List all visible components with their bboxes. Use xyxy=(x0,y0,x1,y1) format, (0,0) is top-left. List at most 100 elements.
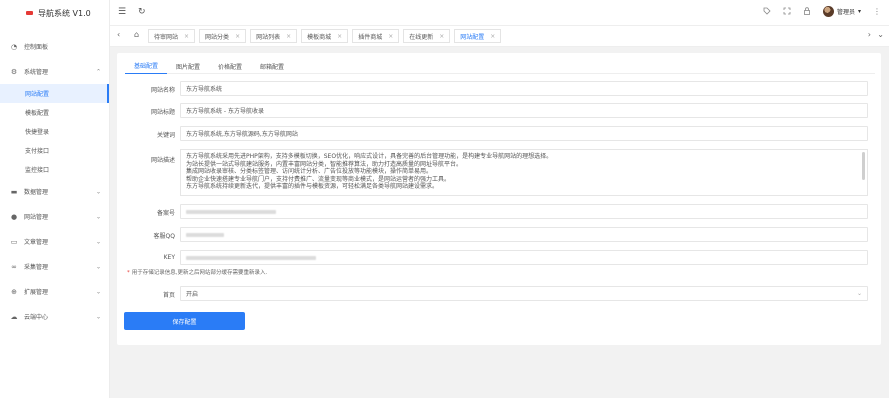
sidebar-subitem-payment[interactable]: 支付接口 xyxy=(0,141,109,160)
save-config-button[interactable]: 保存配置 xyxy=(124,312,245,330)
tab-online-update[interactable]: 在线更新 × xyxy=(403,29,451,43)
app-logo[interactable]: 导航系统 V1.0 xyxy=(0,0,109,26)
icp-value xyxy=(186,209,276,214)
tab-label: 网站分类 xyxy=(205,33,230,41)
close-icon[interactable]: × xyxy=(286,33,291,40)
textarea-scrollbar[interactable] xyxy=(862,152,865,180)
sidebar-item-dashboard[interactable]: ◔ 控制面板 xyxy=(0,34,109,59)
more-icon[interactable]: ⋮ xyxy=(873,7,881,16)
gear-icon: ⚙ xyxy=(10,67,18,76)
sidebar-subitem-template-config[interactable]: 模板配置 xyxy=(0,103,109,122)
logo-icon xyxy=(26,11,33,15)
tab-basic-config[interactable]: 基础配置 xyxy=(125,58,168,74)
tab-email-config[interactable]: 邮箱配置 xyxy=(251,58,293,74)
sidebar-item-sites[interactable]: ● 网站管理 ⌄ xyxy=(0,204,109,229)
description-line: 集成网站收录审核、分类标签管理、访问统计分析、广告位投放等功能模块，操作简单易用… xyxy=(186,168,433,175)
key-value xyxy=(186,255,316,260)
sidebar-item-label: 数据管理 xyxy=(24,189,49,196)
tab-label: 网站列表 xyxy=(256,33,281,41)
chevron-up-icon: ⌃ xyxy=(95,68,101,75)
qq-label: 客服QQ xyxy=(153,233,175,240)
user-name: 管理员 xyxy=(836,9,855,16)
dashboard-icon: ◔ xyxy=(10,42,18,51)
homepage-select[interactable]: 开启 ⌄ xyxy=(180,286,868,301)
tab-template-store[interactable]: 模板商城 × xyxy=(301,29,349,43)
description-textarea[interactable]: 东方导航系统采用先进PHP架构，支持多模板切换，SEO优化，响应式设计，具备完善… xyxy=(180,149,868,196)
icp-label: 备案号 xyxy=(156,210,175,217)
sidebar-item-label: 云端中心 xyxy=(24,314,49,321)
menu-toggle-icon[interactable]: ☰ xyxy=(118,8,126,17)
sidebar-item-cloud[interactable]: ☁ 云端中心 ⌄ xyxy=(0,304,109,329)
description-line: 帮助企业快速搭建专业导航门户，支持付费推广、流量变现等商业模式，是网站运营者的强… xyxy=(186,175,451,183)
tab-image-config[interactable]: 图片配置 xyxy=(167,58,209,74)
home-icon[interactable]: ⌂ xyxy=(134,30,139,39)
sidebar-subitem-quick-login[interactable]: 快捷登录 xyxy=(0,122,109,141)
sidebar-item-system[interactable]: ⚙ 系统管理 ⌃ xyxy=(0,59,109,84)
refresh-icon[interactable]: ↻ xyxy=(138,8,146,17)
chevron-down-icon: ⌄ xyxy=(95,213,101,220)
site-config-panel: 基础配置 图片配置 价格配置 邮箱配置 网站名称 东方导航系统 网站标题 东方导… xyxy=(117,53,881,345)
description-line: 为站长提供一站式导航建站服务，内置丰富网站分类，智能推荐算法，助力打造高质量的网… xyxy=(186,160,463,168)
tab-site-categories[interactable]: 网站分类 × xyxy=(199,29,247,43)
database-icon: ▬ xyxy=(10,187,18,196)
chevron-down-icon: ⌄ xyxy=(95,188,101,195)
description-line: 东方导航系统采用先进PHP架构，支持多模板切换，SEO优化，响应式设计，具备完善… xyxy=(186,153,553,160)
keywords-label: 关键词 xyxy=(156,132,175,139)
tab-price-config[interactable]: 价格配置 xyxy=(209,58,251,74)
tab-pending-sites[interactable]: 待审网站 × xyxy=(148,29,196,43)
folder-icon: ▭ xyxy=(10,237,18,246)
homepage-value: 开启 xyxy=(186,291,199,298)
qq-value xyxy=(186,232,224,237)
close-icon[interactable]: × xyxy=(490,33,495,40)
cloud-icon: ☁ xyxy=(10,312,18,321)
icp-input[interactable] xyxy=(180,204,868,219)
site-title-input[interactable]: 东方导航系统 - 东方导航收录 xyxy=(180,103,868,118)
tabs-prev-icon[interactable]: ‹ xyxy=(117,30,120,39)
tab-site-config[interactable]: 网站配置 × xyxy=(454,29,502,43)
open-tabs: 待审网站 × 网站分类 × 网站列表 × 模板商城 × 插件商城 × 在线更新 … xyxy=(148,29,502,43)
sidebar-item-collect[interactable]: ∞ 采集管理 ⌄ xyxy=(0,254,109,279)
top-bar-actions: 管理员 ▾ ⋮ xyxy=(763,6,881,17)
close-icon[interactable]: × xyxy=(388,33,393,40)
sidebar-subitem-site-config[interactable]: 网站配置 xyxy=(0,84,109,103)
sidebar-item-data[interactable]: ▬ 数据管理 ⌄ xyxy=(0,179,109,204)
chevron-down-icon: ⌄ xyxy=(95,238,101,245)
fullscreen-icon[interactable] xyxy=(783,7,791,17)
close-icon[interactable]: × xyxy=(439,33,444,40)
close-icon[interactable]: × xyxy=(184,33,189,40)
chevron-down-icon: ⌄ xyxy=(95,288,101,295)
homepage-label: 首页 xyxy=(162,292,175,299)
sidebar-subitem-monitor[interactable]: 监控接口 xyxy=(0,160,109,179)
chevron-down-icon: ⌄ xyxy=(95,263,101,270)
tab-label: 插件商城 xyxy=(358,33,383,41)
required-star: * xyxy=(127,270,130,276)
tabs-bar: ‹ ⌂ 待审网站 × 网站分类 × 网站列表 × 模板商城 × 插件商城 × 在… xyxy=(110,26,889,47)
plus-circle-icon: ⊕ xyxy=(11,287,17,296)
qq-input[interactable] xyxy=(180,227,868,242)
chevron-down-icon: ⌄ xyxy=(95,313,101,320)
link-icon: ∞ xyxy=(11,262,17,271)
tabs-next-icon[interactable]: › xyxy=(868,30,871,39)
close-icon[interactable]: × xyxy=(235,33,240,40)
tag-icon[interactable] xyxy=(763,7,771,17)
avatar xyxy=(822,6,834,17)
tab-plugin-store[interactable]: 插件商城 × xyxy=(352,29,400,43)
tabs-dropdown-icon[interactable]: ⌄ xyxy=(877,30,884,39)
sidebar-item-articles[interactable]: ▭ 文章管理 ⌄ xyxy=(0,229,109,254)
lock-icon[interactable] xyxy=(803,6,811,17)
sidebar-menu: ◔ 控制面板 ⚙ 系统管理 ⌃ 网站配置 模板配置 快捷登录 支付接口 监控接口… xyxy=(0,34,109,329)
key-note: 用于存储记录信息,更新之后网站部分缓存需要重新录入. xyxy=(131,270,268,276)
site-title-label: 网站标题 xyxy=(150,109,175,116)
site-name-input[interactable]: 东方导航系统 xyxy=(180,81,868,96)
sidebar-item-label: 控制面板 xyxy=(24,44,49,51)
tab-label: 模板商城 xyxy=(307,33,332,41)
user-menu[interactable]: 管理员 ▾ xyxy=(822,6,861,17)
description-line: 东方导航系统持续更新迭代，提供丰富的插件与模板资源，可轻松满足各类导航网站建设需… xyxy=(186,183,439,190)
chevron-down-icon: ▾ xyxy=(857,8,861,15)
tab-site-list[interactable]: 网站列表 × xyxy=(250,29,298,43)
key-label: KEY xyxy=(163,254,175,261)
sidebar-item-extensions[interactable]: ⊕ 扩展管理 ⌄ xyxy=(0,279,109,304)
key-input[interactable] xyxy=(180,250,868,265)
keywords-input[interactable]: 东方导航系统,东方导航源码,东方导航网站 xyxy=(180,126,868,141)
close-icon[interactable]: × xyxy=(337,33,342,40)
